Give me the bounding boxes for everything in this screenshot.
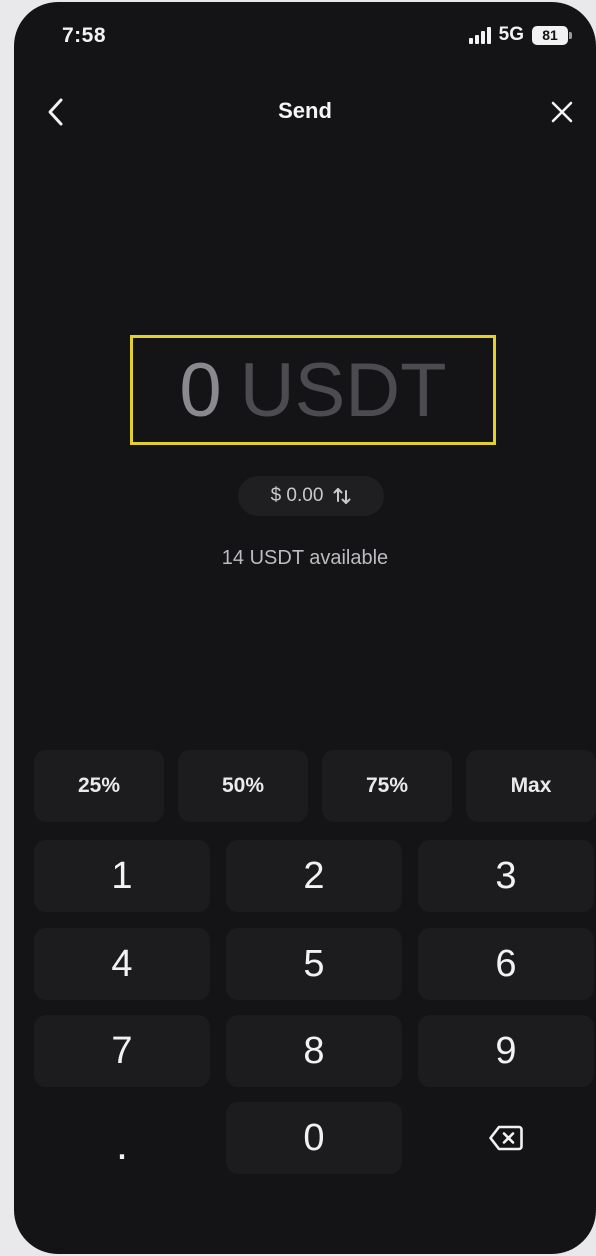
key-6[interactable]: 6 bbox=[418, 928, 594, 1000]
status-indicators: 5G 81 bbox=[468, 24, 572, 46]
battery-level: 81 bbox=[542, 27, 558, 43]
percent-75-button[interactable]: 75% bbox=[322, 750, 452, 822]
fiat-toggle-button[interactable]: $ 0.00 bbox=[238, 476, 384, 516]
key-7[interactable]: 7 bbox=[34, 1015, 210, 1087]
fiat-value: $ 0.00 bbox=[270, 485, 324, 506]
key-4[interactable]: 4 bbox=[34, 928, 210, 1000]
backspace-icon bbox=[489, 1125, 523, 1151]
signal-icon bbox=[468, 26, 491, 44]
key-1[interactable]: 1 bbox=[34, 840, 210, 912]
phone-screen: 7:58 5G 81 Send 0 USDT $ 0.00 14 USDT av… bbox=[14, 2, 596, 1254]
key-3[interactable]: 3 bbox=[418, 840, 594, 912]
battery-icon: 81 bbox=[532, 25, 572, 45]
close-icon bbox=[551, 101, 573, 123]
key-9[interactable]: 9 bbox=[418, 1015, 594, 1087]
max-button[interactable]: Max bbox=[466, 750, 596, 822]
backspace-button[interactable] bbox=[418, 1102, 594, 1174]
network-label: 5G bbox=[498, 24, 524, 45]
page-title: Send bbox=[278, 98, 332, 123]
percent-50-button[interactable]: 50% bbox=[178, 750, 308, 822]
swap-arrows-icon bbox=[333, 488, 351, 504]
key-0[interactable]: 0 bbox=[226, 1102, 402, 1174]
close-button[interactable] bbox=[546, 96, 578, 128]
key-2[interactable]: 2 bbox=[226, 840, 402, 912]
key-decimal[interactable]: . bbox=[34, 1102, 210, 1174]
key-5[interactable]: 5 bbox=[226, 928, 402, 1000]
amount-value: 0 bbox=[179, 347, 222, 433]
status-time: 7:58 bbox=[62, 24, 107, 47]
available-balance: 14 USDT available bbox=[221, 547, 389, 569]
percent-buttons-row: 25% 50% 75% Max bbox=[34, 750, 596, 822]
amount-input[interactable]: 0 USDT bbox=[130, 335, 496, 445]
amount-unit: USDT bbox=[239, 347, 447, 433]
percent-25-button[interactable]: 25% bbox=[34, 750, 164, 822]
key-8[interactable]: 8 bbox=[226, 1015, 402, 1087]
